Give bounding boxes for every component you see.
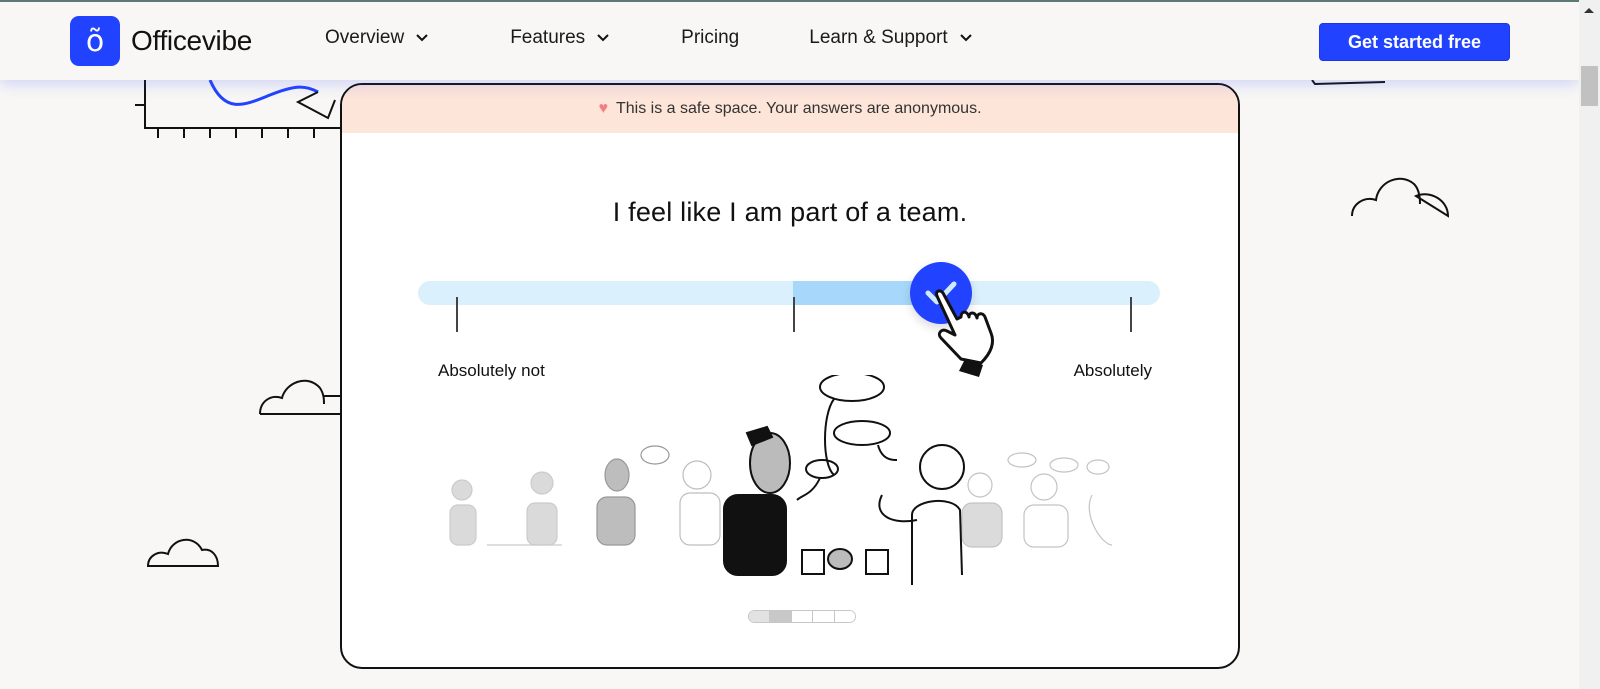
team-illustration xyxy=(449,375,1113,585)
site-header: õ Officevibe Overview Features Pricing L… xyxy=(0,2,1579,80)
pagination-segment-4[interactable] xyxy=(813,611,835,622)
nav-item-label: Learn & Support xyxy=(809,27,948,48)
heart-icon: ♥ xyxy=(598,100,608,117)
survey-question: I feel like I am part of a team. xyxy=(612,197,968,227)
page-scrollbar[interactable] xyxy=(1579,0,1600,689)
question-pagination xyxy=(748,610,856,623)
slider-track[interactable] xyxy=(418,281,1160,305)
brand-name: Officevibe xyxy=(131,25,252,56)
pagination-segment-5[interactable] xyxy=(834,611,855,622)
slider-tick-mid xyxy=(793,297,795,332)
chevron-down-icon xyxy=(597,34,609,42)
slider-knob[interactable] xyxy=(910,262,973,324)
pagination-segment-2[interactable] xyxy=(770,611,792,622)
main-nav: Overview Features Pricing Learn & Suppor… xyxy=(325,27,1042,49)
anonymity-banner: ♥ This is a safe space. Your answers are… xyxy=(342,85,1238,133)
slider-tick-max xyxy=(1130,297,1132,332)
nav-item-overview[interactable]: Overview xyxy=(325,27,428,49)
chevron-down-icon xyxy=(959,34,972,42)
nav-item-label: Overview xyxy=(325,27,405,48)
slider-tick-min xyxy=(456,297,458,332)
survey-card: ♥ This is a safe space. Your answers are… xyxy=(340,83,1240,669)
nav-item-label: Pricing xyxy=(681,27,740,48)
answer-slider[interactable]: Absolutely not Absolutely xyxy=(418,262,1160,380)
cloud-icon xyxy=(1351,177,1450,218)
pagination-segment-1[interactable] xyxy=(749,611,771,622)
brand-logo[interactable]: õ Officevibe xyxy=(70,16,252,66)
officevibe-logo-icon: õ xyxy=(70,16,120,66)
pagination-segment-3[interactable] xyxy=(791,611,814,622)
cloud-icon xyxy=(146,539,220,567)
nav-item-pricing[interactable]: Pricing xyxy=(681,27,739,49)
cloud-icon xyxy=(259,379,342,415)
scroll-up-arrow-icon[interactable] xyxy=(1584,8,1594,13)
check-icon xyxy=(925,281,957,305)
nav-item-learn-support[interactable]: Learn & Support xyxy=(809,27,972,49)
nav-item-features[interactable]: Features xyxy=(510,27,609,49)
get-started-button[interactable]: Get started free xyxy=(1319,23,1510,61)
scroll-thumb[interactable] xyxy=(1581,66,1598,106)
chevron-down-icon xyxy=(416,34,428,42)
banner-text: This is a safe space. Your answers are a… xyxy=(615,100,982,117)
nav-item-label: Features xyxy=(510,27,586,48)
